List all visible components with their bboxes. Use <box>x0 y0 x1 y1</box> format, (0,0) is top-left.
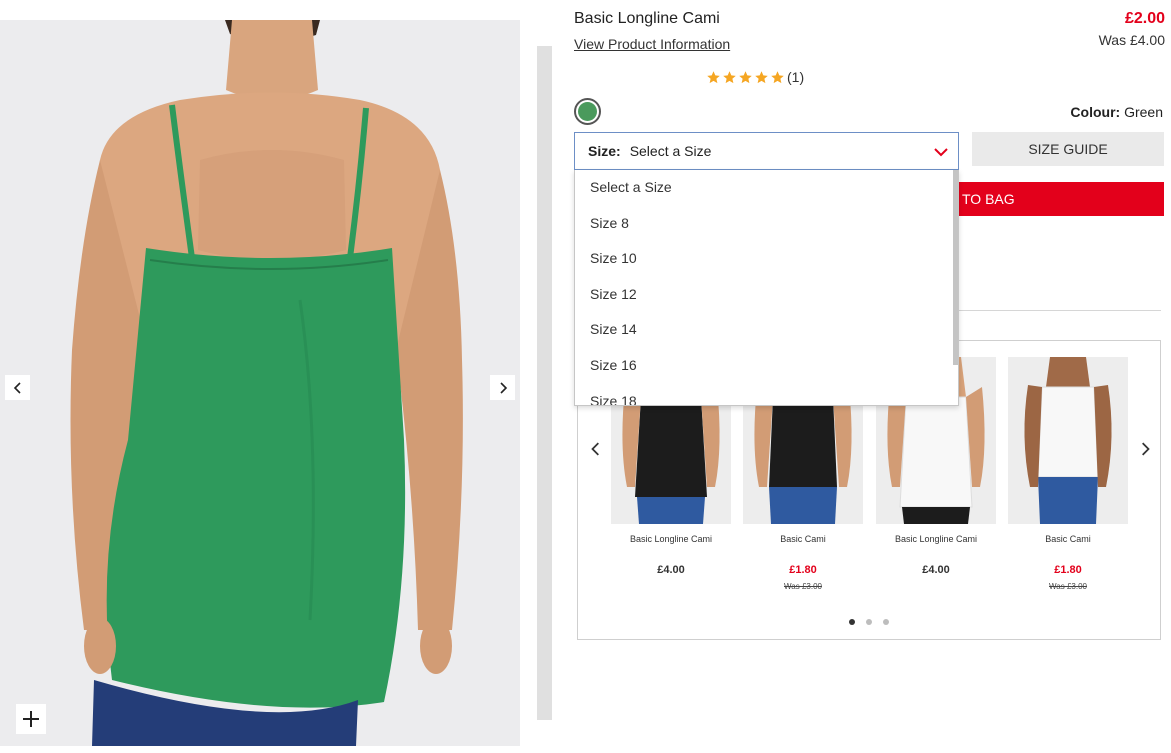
chevron-left-icon <box>591 442 599 455</box>
zoom-button[interactable] <box>16 704 46 734</box>
plus-icon <box>23 711 39 727</box>
gallery-scrollbar[interactable] <box>537 46 552 720</box>
size-dropdown-value: Select a Size <box>629 143 712 159</box>
carousel-next-button[interactable] <box>1136 441 1154 459</box>
product-title: Basic Longline Cami <box>574 10 720 27</box>
divider <box>955 310 1161 311</box>
product-image <box>0 20 520 746</box>
star-icon <box>771 70 784 83</box>
product-thumbnail-image <box>1008 357 1128 524</box>
chevron-down-icon <box>934 148 948 157</box>
was-price: Was £4.00 <box>1098 32 1165 48</box>
size-option-10[interactable]: Size 10 <box>575 241 958 277</box>
current-price: £2.00 <box>1124 10 1165 27</box>
carousel-item-name: Basic Longline Cami <box>629 534 713 544</box>
size-option-8[interactable]: Size 8 <box>575 206 958 242</box>
carousel-item-name: Basic Longline Cami <box>894 534 978 544</box>
colour-swatch-green[interactable] <box>574 98 601 125</box>
colour-label: Colour: Green <box>1070 104 1163 120</box>
size-option-select[interactable]: Select a Size <box>575 170 958 206</box>
colour-label-key: Colour: <box>1070 104 1121 120</box>
product-thumbnail <box>1008 357 1128 524</box>
carousel-dot[interactable] <box>883 619 889 625</box>
dropdown-scrollbar[interactable] <box>953 170 958 365</box>
chevron-right-icon <box>1142 442 1150 455</box>
rating-count[interactable]: (1) <box>787 69 804 85</box>
carousel-item-price: £4.00 <box>922 564 950 576</box>
star-icon <box>755 70 768 83</box>
size-option-18[interactable]: Size 18 <box>575 384 958 405</box>
size-option-14[interactable]: Size 14 <box>575 312 958 348</box>
carousel-item-price: £1.80 <box>789 564 817 576</box>
gallery-next-button[interactable] <box>490 375 515 400</box>
chevron-left-icon <box>13 381 21 394</box>
swatch-fill <box>578 102 597 121</box>
size-option-16[interactable]: Size 16 <box>575 348 958 384</box>
carousel-prev-button[interactable] <box>587 441 605 459</box>
view-product-info-link[interactable]: View Product Information <box>574 36 730 52</box>
size-dropdown[interactable]: Size: Select a Size <box>574 132 959 170</box>
carousel-dot[interactable] <box>849 619 855 625</box>
chevron-right-icon <box>499 381 507 394</box>
add-to-bag-button[interactable]: TO BAG <box>947 182 1164 216</box>
colour-label-value: Green <box>1124 104 1163 120</box>
carousel-item-name: Basic Cami <box>1045 534 1091 544</box>
carousel-item-was-price: Was £3.00 <box>784 582 822 591</box>
size-options-list[interactable]: Select a Size Size 8 Size 10 Size 12 Siz… <box>574 170 959 406</box>
size-guide-button[interactable]: SIZE GUIDE <box>972 132 1164 166</box>
carousel-item[interactable]: Basic Cami £1.80 Was £3.00 <box>1008 357 1128 591</box>
carousel-item-name: Basic Cami <box>780 534 826 544</box>
carousel-item-price: £4.00 <box>657 564 685 576</box>
carousel-item-was-price: Was £3.00 <box>1049 582 1087 591</box>
rating[interactable]: (1) <box>706 69 804 85</box>
carousel-item-price: £1.80 <box>1054 564 1082 576</box>
star-icon <box>707 70 720 83</box>
gallery-prev-button[interactable] <box>5 375 30 400</box>
product-image-gallery[interactable] <box>0 20 520 746</box>
size-option-12[interactable]: Size 12 <box>575 277 958 313</box>
carousel-dot[interactable] <box>866 619 872 625</box>
size-dropdown-label: Size: <box>588 143 621 159</box>
star-icon <box>723 70 736 83</box>
carousel-pagination[interactable] <box>849 619 900 625</box>
star-icon <box>739 70 752 83</box>
